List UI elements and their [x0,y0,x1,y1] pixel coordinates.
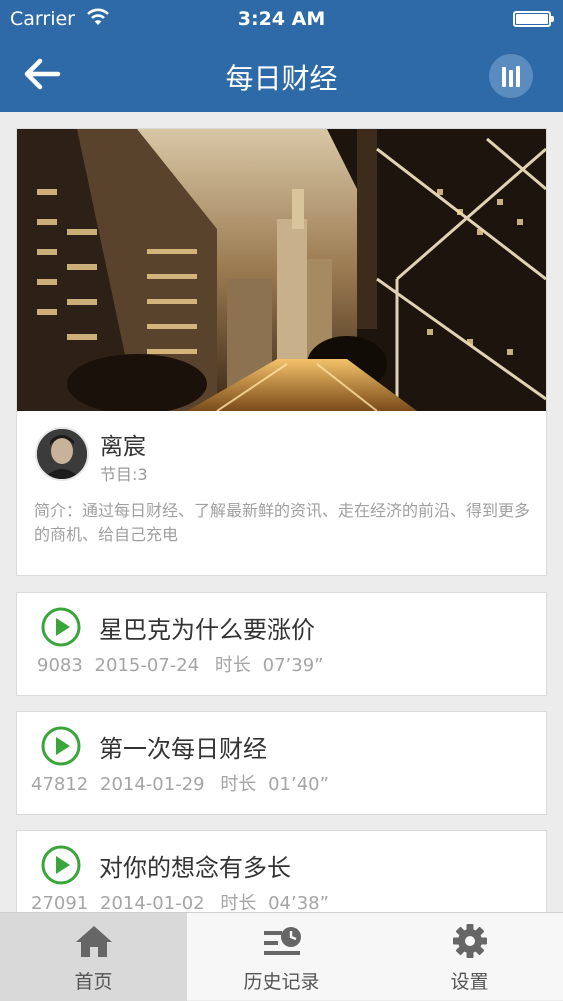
history-icon [263,927,301,955]
author-name: 离宸 [100,434,146,460]
program-intro: 简介：通过每日财经、了解最新鲜的资讯、走在经济的前沿、得到更多的商机、给自己充电 [34,501,531,544]
tab-home[interactable]: 首页 [0,913,187,1001]
episode-duration: 04’38” [268,893,329,914]
tab-label: 历史记录 [243,971,320,993]
tab-bar: 首页 历史记录 设置 [0,912,563,1001]
tab-settings[interactable]: 设置 [376,913,563,1001]
play-count: 27091 [31,893,89,914]
tab-label: 设置 [450,971,489,993]
equalizer-icon [502,66,520,87]
episode-duration: 07’39” [262,655,324,676]
status-bar: Carrier 3:24 AM [0,0,563,38]
duration-label: 时长 [220,774,257,795]
episode-count: 节目:3 [100,465,148,484]
episode-title: 星巴克为什么要涨价 [99,616,315,644]
episode-date: 2014-01-02 [100,893,205,914]
navigation-bar: 每日财经 [0,38,563,112]
episode-date: 2015-07-24 [94,655,200,676]
episode-meta: 47812 2014-01-29 时长 01’40” [31,770,335,796]
episode-title: 第一次每日财经 [99,735,267,763]
play-icon[interactable] [41,607,81,647]
duration-label: 时长 [214,655,251,676]
page-title: 每日财经 [225,62,338,95]
play-count: 47812 [31,774,89,795]
program-header-card: 离宸 节目:3 简介：通过每日财经、了解最新鲜的资讯、走在经济的前沿、得到更多的… [16,128,547,576]
play-icon[interactable] [41,726,81,766]
now-playing-button[interactable] [489,54,533,98]
episode-meta: 9083 2015-07-24 时长 07’39” [37,651,329,677]
play-icon[interactable] [41,845,81,885]
home-icon [75,926,112,957]
clock: 3:24 AM [237,8,326,30]
episode-date: 2014-01-29 [100,774,205,795]
author-avatar[interactable] [35,427,89,481]
gear-icon [452,924,487,958]
battery-icon [513,11,554,27]
episode-duration: 01’40” [268,774,329,795]
duration-label: 时长 [220,893,257,914]
episode-title: 对你的想念有多长 [99,854,291,882]
episode-item[interactable]: 第一次每日财经 47812 2014-01-29 时长 01’40” [16,711,547,815]
tab-label: 首页 [74,971,113,993]
episode-item[interactable]: 星巴克为什么要涨价 9083 2015-07-24 时长 07’39” [16,592,547,696]
play-count: 9083 [37,655,83,676]
tab-history[interactable]: 历史记录 [188,913,375,1001]
cover-image [17,129,546,411]
